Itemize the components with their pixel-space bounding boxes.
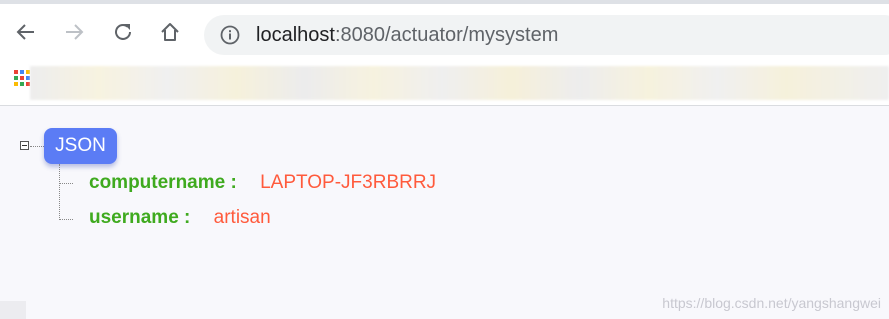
tree-branch-connector xyxy=(59,183,73,184)
address-bar[interactable]: localhost:8080/actuator/mysystem xyxy=(204,15,889,55)
url-path: :8080/actuator/mysystem xyxy=(334,24,559,46)
reload-button[interactable] xyxy=(109,18,137,46)
corner-tab xyxy=(0,301,26,319)
reload-icon xyxy=(115,23,131,40)
home-button[interactable] xyxy=(156,18,184,46)
back-button[interactable] xyxy=(12,18,40,46)
json-value: artisan xyxy=(213,207,271,228)
json-key: computername : xyxy=(89,172,237,193)
json-key: username : xyxy=(89,207,191,228)
tree-branch-connector xyxy=(59,219,73,220)
collapse-toggle[interactable] xyxy=(20,141,29,150)
json-tree: JSON computername : LAPTOP-JF3RBRRJ user… xyxy=(0,106,889,319)
apps-icon[interactable] xyxy=(14,70,30,86)
watermark: https://blog.csdn.net/yangshangwei xyxy=(662,295,881,311)
arrow-left-icon xyxy=(16,24,34,40)
blurred-bookmarks xyxy=(30,66,889,100)
page-content: JSON computername : LAPTOP-JF3RBRRJ user… xyxy=(0,106,889,319)
home-icon xyxy=(161,23,179,41)
url-text[interactable]: localhost:8080/actuator/mysystem xyxy=(256,23,558,47)
tree-branch-line xyxy=(59,164,60,220)
json-entry: computername : LAPTOP-JF3RBRRJ xyxy=(89,170,436,196)
json-root-badge[interactable]: JSON xyxy=(44,128,117,164)
json-entry: username : artisan xyxy=(89,205,271,231)
json-value: LAPTOP-JF3RBRRJ xyxy=(260,172,437,193)
arrow-right-icon xyxy=(66,24,84,40)
tree-connector xyxy=(30,146,44,147)
bookmarks-bar xyxy=(0,62,889,106)
url-host: localhost xyxy=(256,24,335,46)
info-icon[interactable] xyxy=(220,25,240,45)
forward-button[interactable] xyxy=(60,18,88,46)
browser-toolbar: localhost:8080/actuator/mysystem xyxy=(0,0,889,62)
